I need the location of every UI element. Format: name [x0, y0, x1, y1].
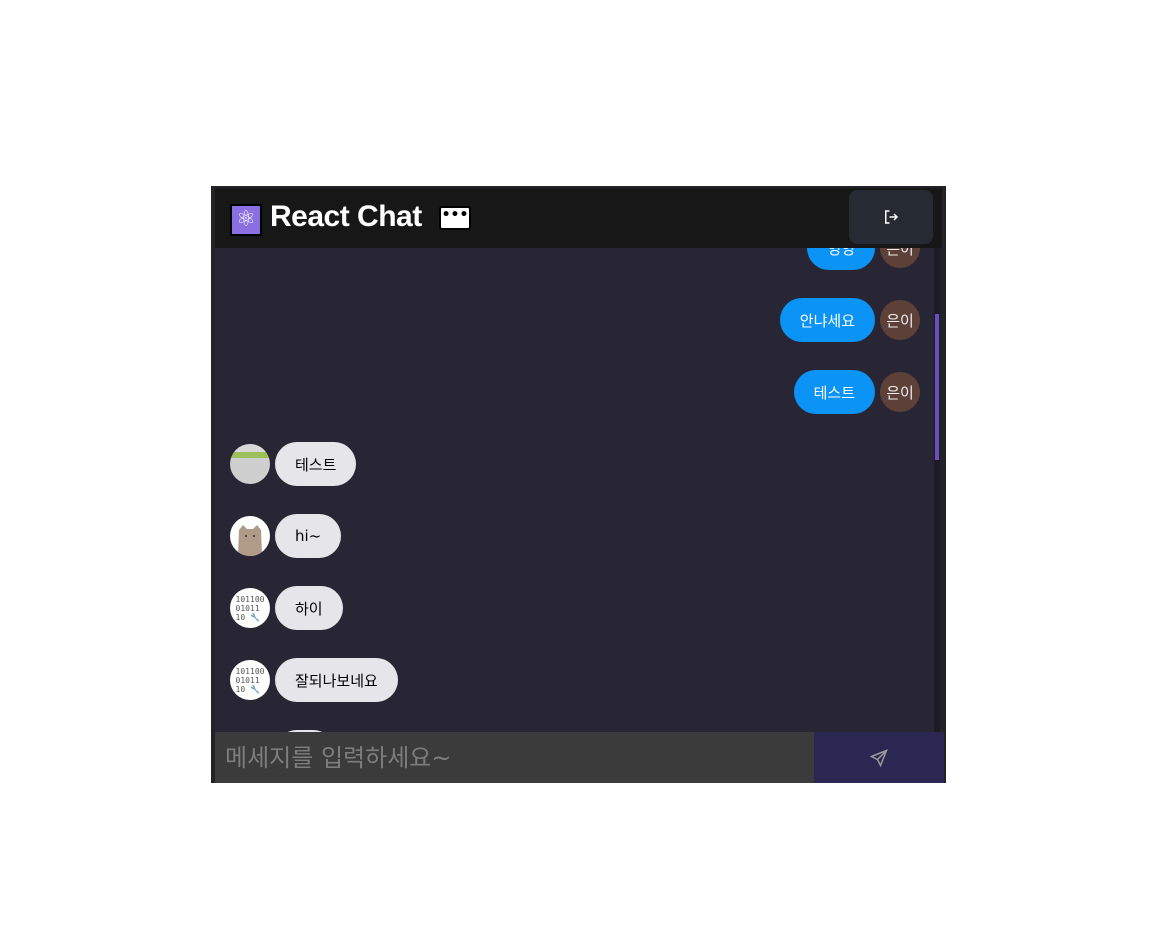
message-bubble: 테스트 — [275, 442, 357, 486]
scrollbar[interactable] — [934, 248, 940, 732]
message-bubble: 하이 — [275, 586, 343, 630]
avatar[interactable]: 101100 01011 10 🔧 — [230, 588, 270, 628]
message-bubble: hi~ — [275, 514, 342, 558]
message-bubble: 테스트 — [793, 370, 875, 414]
message-input[interactable] — [215, 732, 814, 783]
avatar[interactable] — [230, 444, 270, 484]
atom-icon: ⚛ — [230, 204, 262, 236]
send-button[interactable] — [814, 732, 944, 783]
message-bubble: 잉잉 — [807, 248, 875, 270]
avatar[interactable]: 은이 — [880, 248, 920, 268]
message-row: 101100 01011 10 🔧 하이 — [230, 586, 343, 630]
avatar[interactable] — [230, 516, 270, 556]
header: ⚛ React Chat ••• — [215, 188, 942, 248]
avatar[interactable]: 은이 — [880, 372, 920, 412]
chat-app: ⚛ React Chat ••• 잉잉 은이 안냐세요 은이 테스트 은이 테스트 hi~ 10… — [211, 186, 946, 783]
logout-icon — [885, 210, 899, 224]
message-row: 테스트 — [230, 442, 357, 486]
message-bubble: 잘되나보네요 — [275, 658, 398, 702]
message-row: hi~ — [230, 514, 342, 558]
message-bubble: 안냐세요 — [779, 298, 875, 342]
logout-button[interactable] — [849, 190, 933, 244]
avatar[interactable]: 은이 — [880, 300, 920, 340]
avatar[interactable]: 101100 01011 10 🔧 — [230, 660, 270, 700]
app-title: React Chat — [270, 200, 422, 233]
speech-bubble-icon: ••• — [439, 206, 471, 230]
message-row: 테스트 은이 — [793, 370, 920, 414]
message-row: 안냐세요 은이 — [779, 298, 920, 342]
message-row: 잉잉 은이 — [807, 248, 920, 270]
message-list[interactable]: 잉잉 은이 안냐세요 은이 테스트 은이 테스트 hi~ 101100 01011 10 🔧 하이 10… — [215, 248, 938, 732]
message-row: 101100 01011 10 🔧 잘되나보네요 — [230, 658, 398, 702]
send-icon — [870, 748, 888, 767]
scrollbar-thumb[interactable] — [935, 314, 939, 460]
